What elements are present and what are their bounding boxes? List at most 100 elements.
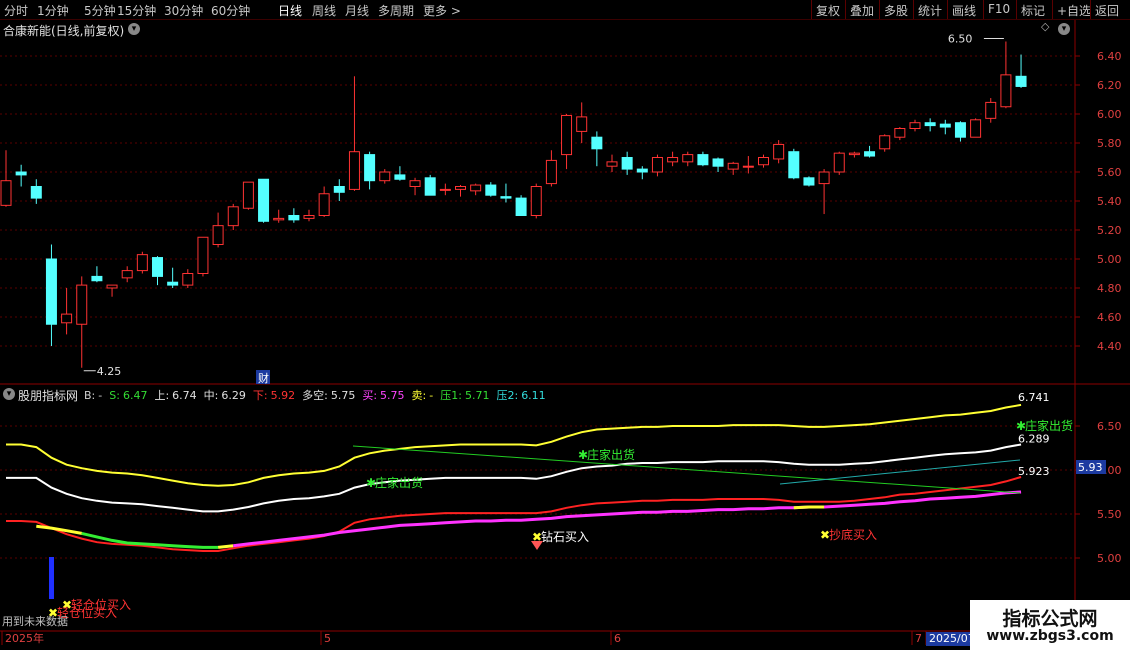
candle-body bbox=[333, 186, 345, 193]
candle-body bbox=[409, 180, 421, 187]
candle bbox=[470, 183, 482, 196]
time-axis-label: 6 bbox=[614, 632, 621, 645]
candle bbox=[833, 151, 845, 175]
candle-body bbox=[1015, 75, 1027, 87]
candle-body bbox=[576, 116, 588, 132]
candle bbox=[121, 266, 133, 283]
candle bbox=[970, 118, 982, 138]
candle bbox=[667, 151, 679, 167]
candle bbox=[152, 256, 163, 286]
candle-body bbox=[864, 151, 876, 157]
candle-body bbox=[76, 284, 88, 325]
diamond-buy-icon bbox=[531, 541, 543, 550]
candle-body bbox=[91, 275, 103, 282]
candle bbox=[894, 127, 906, 141]
candle-body bbox=[364, 154, 376, 182]
time-axis-label: 2025年 bbox=[5, 631, 44, 645]
buy-line-green bbox=[81, 531, 219, 549]
candle bbox=[424, 174, 436, 196]
candle bbox=[818, 169, 830, 215]
candle bbox=[500, 183, 512, 203]
y-tick-label: 4.60 bbox=[1097, 311, 1122, 324]
line-end-label: 5.923 bbox=[1018, 465, 1050, 478]
finance-marker: 财 bbox=[258, 371, 269, 385]
candle-body bbox=[318, 193, 330, 216]
candle bbox=[91, 266, 103, 283]
grid-lines bbox=[0, 55, 1075, 559]
candle-body bbox=[954, 122, 966, 138]
candle bbox=[621, 151, 633, 175]
candle-body bbox=[818, 171, 830, 185]
candle bbox=[30, 179, 42, 204]
candle bbox=[909, 119, 921, 132]
candle-body bbox=[227, 206, 239, 227]
watermark-title: 指标公式网 bbox=[1002, 608, 1098, 630]
candle bbox=[742, 156, 754, 174]
y-tick-label: 4.80 bbox=[1097, 282, 1122, 295]
candle-body bbox=[985, 101, 997, 119]
candle-body bbox=[833, 152, 845, 173]
y-tick-label: 5.40 bbox=[1097, 195, 1122, 208]
candle-body bbox=[485, 184, 497, 196]
resistance-line-1 bbox=[352, 445, 1021, 494]
candle-body bbox=[909, 122, 921, 129]
candle bbox=[379, 169, 391, 184]
indicator-y-tick-label: 5.00 bbox=[1097, 552, 1122, 565]
high-price-label: 6.50 bbox=[948, 33, 973, 46]
candle-body bbox=[591, 136, 603, 150]
y-tick-label: 4.40 bbox=[1097, 340, 1122, 353]
buy-line-yellow bbox=[36, 524, 83, 535]
time-axis-label: 5 bbox=[324, 632, 331, 645]
candle-body bbox=[439, 188, 451, 191]
candle-body bbox=[530, 186, 542, 216]
y-tick-label: 6.20 bbox=[1097, 79, 1122, 92]
candle-body bbox=[879, 135, 891, 150]
chart-canvas[interactable]: 6.40 6.20 6.00 5.80 5.60 5.40 5.20 5.00 4.80 4.60… bbox=[0, 0, 1130, 650]
candle-body bbox=[803, 177, 815, 186]
candle bbox=[803, 176, 815, 187]
candle bbox=[212, 212, 224, 248]
candle bbox=[45, 244, 57, 346]
candle bbox=[242, 181, 254, 210]
candle-body bbox=[348, 151, 360, 190]
line-end-label: 6.289 bbox=[1018, 432, 1050, 445]
upper-band-line bbox=[6, 403, 1022, 487]
candle bbox=[258, 178, 270, 223]
candle bbox=[288, 208, 300, 223]
y-tick-label: 5.60 bbox=[1097, 166, 1122, 179]
y-tick-label: 5.20 bbox=[1097, 224, 1122, 237]
candle bbox=[364, 151, 376, 190]
candle bbox=[545, 150, 557, 187]
candle bbox=[273, 209, 285, 223]
buy-line-yellow bbox=[217, 544, 234, 549]
candle bbox=[136, 251, 148, 274]
candle bbox=[561, 114, 573, 170]
candle bbox=[167, 267, 179, 288]
candlestick-series bbox=[0, 41, 1027, 368]
candle-body bbox=[773, 143, 785, 160]
current-value-label: 5.93 bbox=[1078, 461, 1103, 474]
candle bbox=[591, 131, 603, 167]
candle-body bbox=[697, 154, 709, 166]
candle-body bbox=[758, 157, 769, 166]
time-axis-label: 7 bbox=[915, 632, 922, 645]
candle bbox=[606, 154, 618, 172]
candle-body bbox=[167, 281, 179, 286]
candle-body bbox=[621, 157, 633, 170]
candle-body bbox=[545, 159, 557, 185]
candle bbox=[864, 145, 876, 158]
candle-body bbox=[152, 257, 163, 277]
signal-label: 抄底买入 bbox=[829, 527, 877, 542]
candle bbox=[182, 269, 194, 288]
candle-body bbox=[636, 168, 648, 173]
candle bbox=[954, 121, 966, 142]
y-tick-label: 5.00 bbox=[1097, 253, 1122, 266]
candle-body bbox=[970, 119, 982, 138]
candle-body bbox=[561, 114, 573, 156]
candle-body bbox=[197, 236, 209, 274]
candle-body bbox=[667, 157, 679, 163]
candle bbox=[848, 151, 860, 158]
candle-body bbox=[939, 123, 951, 128]
candle-body bbox=[0, 180, 12, 206]
candle-body bbox=[242, 181, 254, 209]
